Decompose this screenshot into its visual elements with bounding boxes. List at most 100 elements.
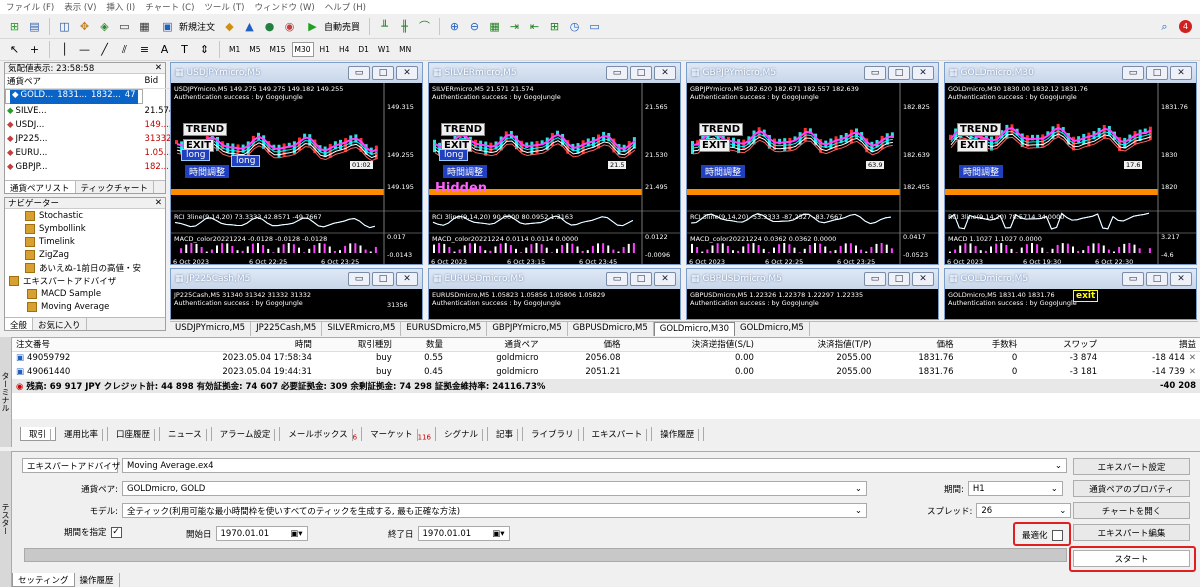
chart-titlebar[interactable]: ▦ SILVERmicro,M5 ▭ □ ✕ xyxy=(429,63,680,83)
column-header[interactable]: 時間 xyxy=(130,338,316,352)
maximize-icon[interactable]: □ xyxy=(1146,66,1168,80)
close-icon[interactable]: ✕ xyxy=(654,272,676,286)
maximize-icon[interactable]: □ xyxy=(630,66,652,80)
chart-canvas[interactable]: EURUSDmicro,M5 1.05823 1.05856 1.05806 1… xyxy=(429,289,680,319)
edit-expert-button[interactable]: エキスパート編集 xyxy=(1073,524,1190,541)
terminal-tab[interactable]: シグナル xyxy=(436,427,488,441)
new-order-button[interactable]: ▣ 新規注文 xyxy=(156,17,218,36)
column-header[interactable]: 注文番号 xyxy=(12,338,131,352)
chart-canvas[interactable]: GBPJPYmicro,M5 182.620 182.671 182.557 1… xyxy=(687,83,938,264)
chart-tab[interactable]: GBPJPYmicro,M5 xyxy=(487,322,568,336)
close-icon[interactable]: ✕ xyxy=(1170,66,1192,80)
start-date-input[interactable]: 1970.01.01 ▣▾ xyxy=(215,526,308,541)
data-window-icon[interactable]: ✥ xyxy=(76,18,93,35)
menu-item[interactable]: ヘルプ (H) xyxy=(325,1,366,13)
minimize-icon[interactable]: ▭ xyxy=(606,66,628,80)
close-order-icon[interactable]: ✕ xyxy=(1189,353,1196,363)
horizontal-line-icon[interactable]: — xyxy=(76,41,93,58)
zoom-in-icon[interactable]: ⊕ xyxy=(446,18,463,35)
terminal-tab[interactable]: 取引 xyxy=(20,427,57,441)
trendline-icon[interactable]: ╱ xyxy=(96,41,113,58)
timeframe-w1-button[interactable]: W1 xyxy=(375,42,393,57)
autoscroll-icon[interactable]: ⇥ xyxy=(506,18,523,35)
indicators-icon[interactable]: ⊞ xyxy=(546,18,563,35)
trade-row[interactable]: ▣ 49061440 2023.05.04 19:44:31 buy 0.45 goldm… xyxy=(12,365,1200,379)
column-header[interactable]: 手数料 xyxy=(957,338,1022,352)
symbol-properties-button[interactable]: 通貨ペアのプロパティ xyxy=(1073,480,1190,497)
text-icon[interactable]: A xyxy=(156,41,173,58)
column-header[interactable]: 損益 xyxy=(1101,338,1200,352)
candle-chart-icon[interactable]: ╫ xyxy=(396,18,413,35)
terminal-tab[interactable]: ライブラリ xyxy=(523,427,584,441)
chart-canvas[interactable]: SILVERmicro,M5 21.571 21.574 Authenticati… xyxy=(429,83,680,264)
chart-tab[interactable]: JP225Cash,M5 xyxy=(251,322,323,336)
column-header[interactable]: 決済指値(T/P) xyxy=(757,338,876,352)
market-watch-tab[interactable]: 通貨ペアリスト xyxy=(5,181,76,194)
tile-windows-icon[interactable]: ▦ xyxy=(486,18,503,35)
templates-icon[interactable]: ▭ xyxy=(586,18,603,35)
chart-window[interactable]: ▦ SILVERmicro,M5 ▭ □ ✕ SILVERmicro,M5 21.571 … xyxy=(428,62,681,265)
chart-window[interactable]: ▦ JP225Cash,M5 ▭ □ ✕ JP225Cash,M5 31340 31342… xyxy=(170,268,423,320)
maximize-icon[interactable]: □ xyxy=(1146,272,1168,286)
navigator-item[interactable]: あいえぬ-1前日の高値・安 xyxy=(25,261,165,274)
periods-icon[interactable]: ◷ xyxy=(566,18,583,35)
model-select[interactable]: 全ティック(利用可能な最小時間枠を使いすべてのティックを生成する, 最も正確な方… xyxy=(122,503,867,518)
minimize-icon[interactable]: ▭ xyxy=(1122,272,1144,286)
minimize-icon[interactable]: ▭ xyxy=(348,272,370,286)
menu-item[interactable]: ツール (T) xyxy=(204,1,244,13)
period-checkbox[interactable]: ✓ xyxy=(110,526,122,538)
minimize-icon[interactable]: ▭ xyxy=(864,66,886,80)
crosshair-icon[interactable]: + xyxy=(26,41,43,58)
expert-settings-button[interactable]: エキスパート設定 xyxy=(1073,458,1190,475)
chart-titlebar[interactable]: ▦ GOLDmicro,M5 ▭ □ ✕ xyxy=(945,269,1196,289)
menu-item[interactable]: 挿入 (I) xyxy=(106,1,135,13)
chart-tab[interactable]: GBPUSDmicro,M5 xyxy=(568,322,654,336)
calendar-icon[interactable]: ▣▾ xyxy=(492,529,504,539)
chart-window[interactable]: ▦ EURUSDmicro,M5 ▭ □ ✕ EURUSDmicro,M5 1.05823… xyxy=(428,268,681,320)
close-icon[interactable]: ✕ xyxy=(396,272,418,286)
close-icon[interactable]: ✕ xyxy=(396,66,418,80)
timeframe-h4-button[interactable]: H4 xyxy=(336,42,352,57)
navigator-icon[interactable]: ◈ xyxy=(96,18,113,35)
chart-tab[interactable]: SILVERmicro,M5 xyxy=(322,322,402,336)
tester-icon[interactable]: ▦ xyxy=(136,18,153,35)
navigator-item[interactable]: Stochastic xyxy=(25,209,165,222)
terminal-tab[interactable]: 操作履歴 xyxy=(652,427,705,441)
terminal-tab[interactable]: 口座履歴 xyxy=(108,427,161,441)
minimize-icon[interactable]: ▭ xyxy=(1122,66,1144,80)
chart-window[interactable]: ▦ GOLDmicro,M5 ▭ □ ✕ GOLDmicro,M5 1831.40 183… xyxy=(944,268,1197,320)
terminal-tab[interactable]: アラーム設定 xyxy=(212,427,281,441)
notification-icon[interactable]: 4 xyxy=(1179,20,1192,33)
chart-window[interactable]: ▦ GBPJPYmicro,M5 ▭ □ ✕ GBPJPYmicro,M5 182.620… xyxy=(686,62,939,265)
symbol-select[interactable]: GOLDmicro, GOLD ⌄ xyxy=(122,481,867,496)
timeframe-d1-button[interactable]: D1 xyxy=(355,42,372,57)
chart-canvas[interactable]: USDJPYmicro,M5 149.275 149.275 149.182 1… xyxy=(171,83,422,264)
minimize-icon[interactable]: ▭ xyxy=(864,272,886,286)
column-header[interactable]: 決済逆指値(S/L) xyxy=(624,338,758,352)
close-icon[interactable]: ✕ xyxy=(912,66,934,80)
timeframe-m15-button[interactable]: M15 xyxy=(267,42,289,57)
column-header[interactable]: 価格 xyxy=(875,338,958,352)
timeframe-h1-button[interactable]: H1 xyxy=(317,42,333,57)
navigator-item[interactable]: ZigZag xyxy=(25,248,165,261)
menu-item[interactable]: ウィンドウ (W) xyxy=(254,1,314,13)
terminal-tab[interactable]: 運用比率 xyxy=(56,427,109,441)
chart-canvas[interactable]: GOLDmicro,M30 1830.00 1832.12 1831.76 Aut… xyxy=(945,83,1196,264)
navigator-item[interactable]: エキスパートアドバイザ xyxy=(9,274,165,287)
fibonacci-icon[interactable]: ≡ xyxy=(136,41,153,58)
maximize-icon[interactable]: □ xyxy=(888,66,910,80)
menu-item[interactable]: ファイル (F) xyxy=(6,1,54,13)
chart-tab[interactable]: USDJPYmicro,M5 xyxy=(170,322,252,336)
chart-titlebar[interactable]: ▦ EURUSDmicro,M5 ▭ □ ✕ xyxy=(429,269,680,289)
open-chart-button[interactable]: チャートを開く xyxy=(1073,502,1190,519)
arrows-icon[interactable]: ⇕ xyxy=(196,41,213,58)
metaeditor-icon[interactable]: ◆ xyxy=(221,18,238,35)
terminal-tab[interactable]: ニュース xyxy=(160,427,212,441)
ea-type-select[interactable]: エキスパートアドバイザ⌄ xyxy=(22,458,127,473)
auto-trade-button[interactable]: ▶ 自動売買 xyxy=(301,17,363,36)
zoom-out-icon[interactable]: ⊖ xyxy=(466,18,483,35)
minimize-icon[interactable]: ▭ xyxy=(348,66,370,80)
navigator-item[interactable]: Moving Average xyxy=(27,300,165,313)
market-watch-row[interactable]: ◆ GOLD... 1831... 1832... 47 xyxy=(5,89,143,104)
chart-shift-icon[interactable]: ⇤ xyxy=(526,18,543,35)
